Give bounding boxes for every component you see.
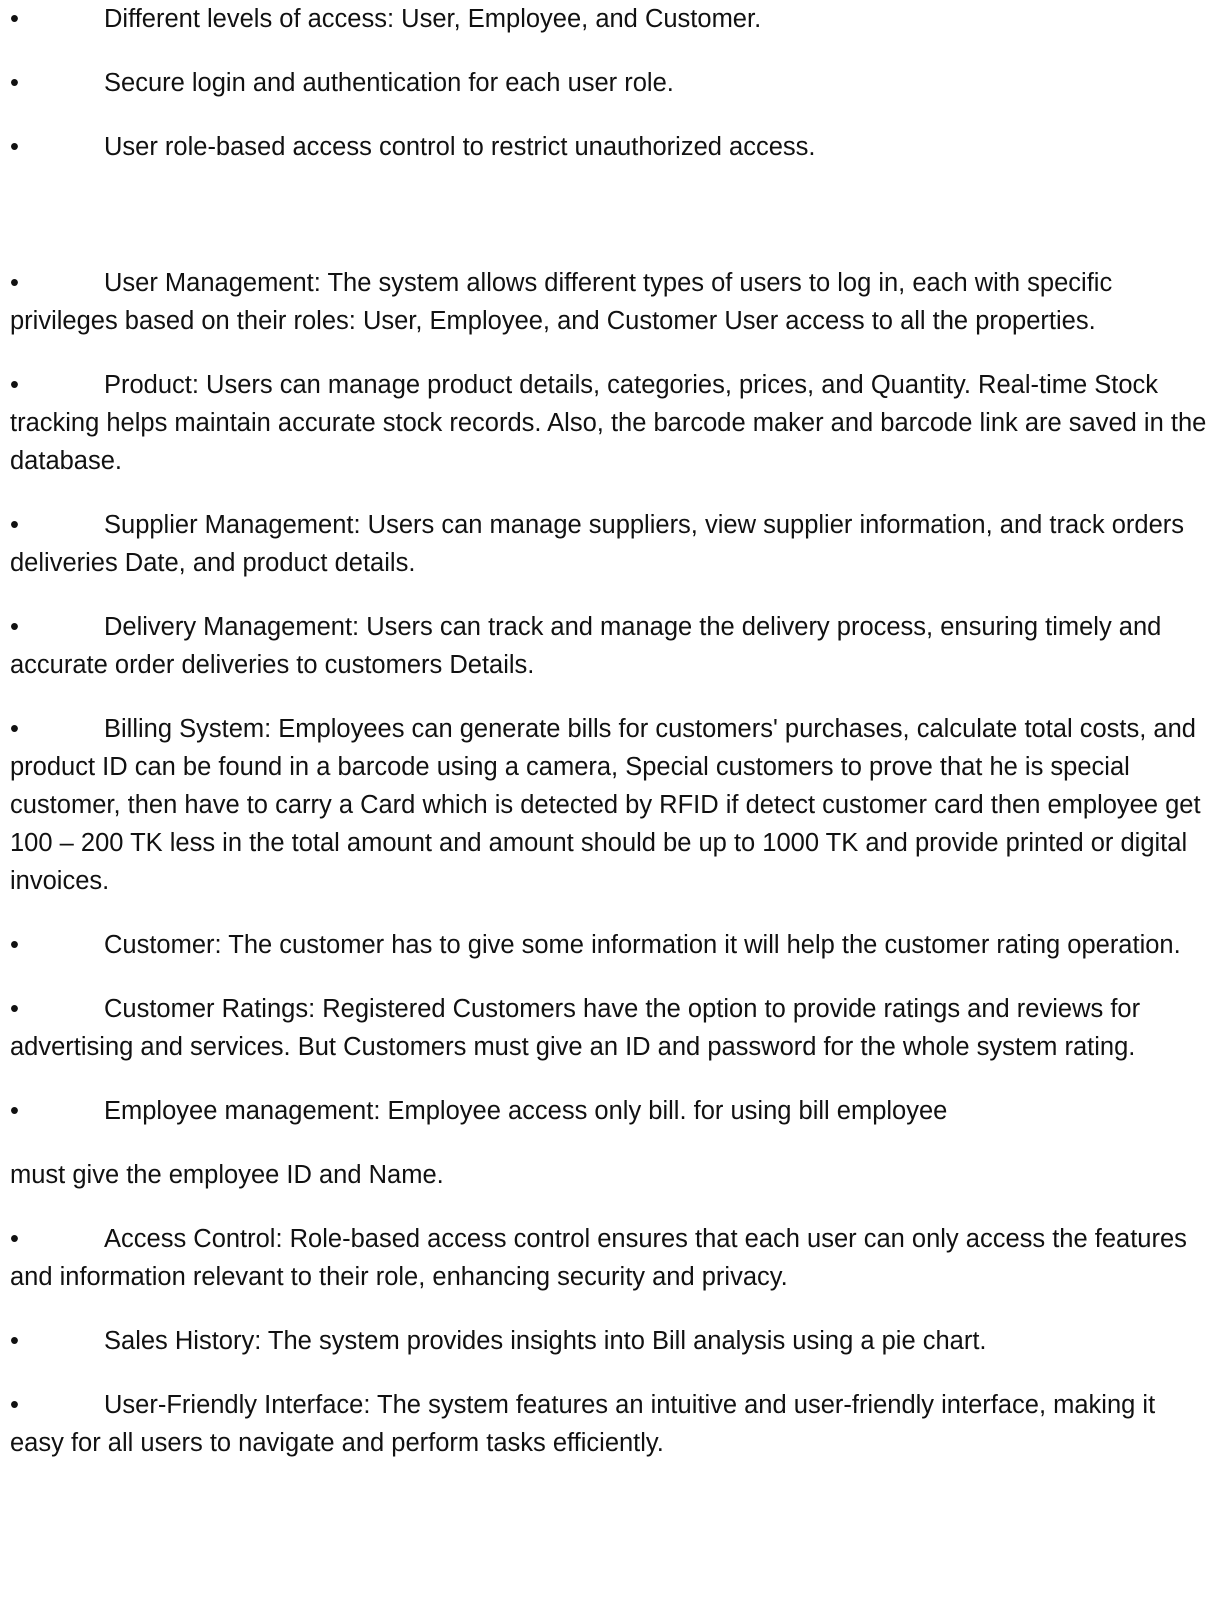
list-item: • Supplier Management: Users can manage s… [10,506,1208,582]
list-item: • Secure login and authentication for eac… [10,64,1208,102]
list-item: • Employee management: Employee access on… [10,1092,1208,1130]
list-item-text: Secure login and authentication for each… [104,69,674,97]
bullet-icon: • [10,1391,19,1419]
list-item: • Access Control: Role-based access contr… [10,1220,1208,1296]
bullet-icon: • [10,931,19,959]
final-features-list: • Access Control: Role-based access contr… [10,1220,1208,1462]
list-item: • Delivery Management: Users can track an… [10,608,1208,684]
features-list: • User Management: The system allows diff… [10,264,1208,1130]
list-item-text: Access Control: Role-based access contro… [10,1225,1187,1291]
list-item-text: Supplier Management: Users can manage su… [10,511,1185,577]
bullet-icon: • [10,511,19,539]
bullet-icon: • [10,995,19,1023]
list-item-text: Different levels of access: User, Employ… [104,5,762,33]
access-levels-list: • Different levels of access: User, Emplo… [10,0,1208,166]
bullet-icon: • [10,1327,19,1355]
list-item: • User role-based access control to restr… [10,128,1208,166]
bullet-icon: • [10,371,19,399]
list-item-text: Sales History: The system provides insig… [104,1327,987,1355]
continuation-paragraph: must give the employee ID and Name. [10,1161,444,1189]
bullet-icon: • [10,269,19,297]
bullet-icon: • [10,1097,19,1125]
list-item-text: Product: Users can manage product detail… [10,371,1207,475]
list-item-text: Customer Ratings: Registered Customers h… [10,995,1141,1061]
list-item-text: Delivery Management: Users can track and… [10,613,1162,679]
bullet-icon: • [10,1225,19,1253]
list-item: • Product: Users can manage product detai… [10,366,1208,480]
list-item: • Different levels of access: User, Emplo… [10,0,1208,38]
bullet-icon: • [10,133,19,161]
bullet-icon: • [10,613,19,641]
list-item: • Sales History: The system provides insi… [10,1322,1208,1360]
list-item-text: Employee management: Employee access onl… [104,1097,948,1125]
list-item-text: Billing System: Employees can generate b… [10,715,1201,895]
list-item: • Billing System: Employees can generate … [10,710,1208,900]
list-item-text: User role-based access control to restri… [104,133,816,161]
bullet-icon: • [10,69,19,97]
list-item-text: User Management: The system allows diffe… [10,269,1113,335]
list-item: • Customer: The customer has to give some… [10,926,1208,964]
bullet-icon: • [10,5,19,33]
list-item: • User Management: The system allows diff… [10,264,1208,340]
bullet-icon: • [10,715,19,743]
list-item-text: Customer: The customer has to give some … [104,931,1181,959]
document-page: • Different levels of access: User, Emplo… [10,0,1208,1488]
list-item-text: User-Friendly Interface: The system feat… [10,1391,1156,1457]
list-item: • Customer Ratings: Registered Customers … [10,990,1208,1066]
list-item: • User-Friendly Interface: The system fea… [10,1386,1208,1462]
